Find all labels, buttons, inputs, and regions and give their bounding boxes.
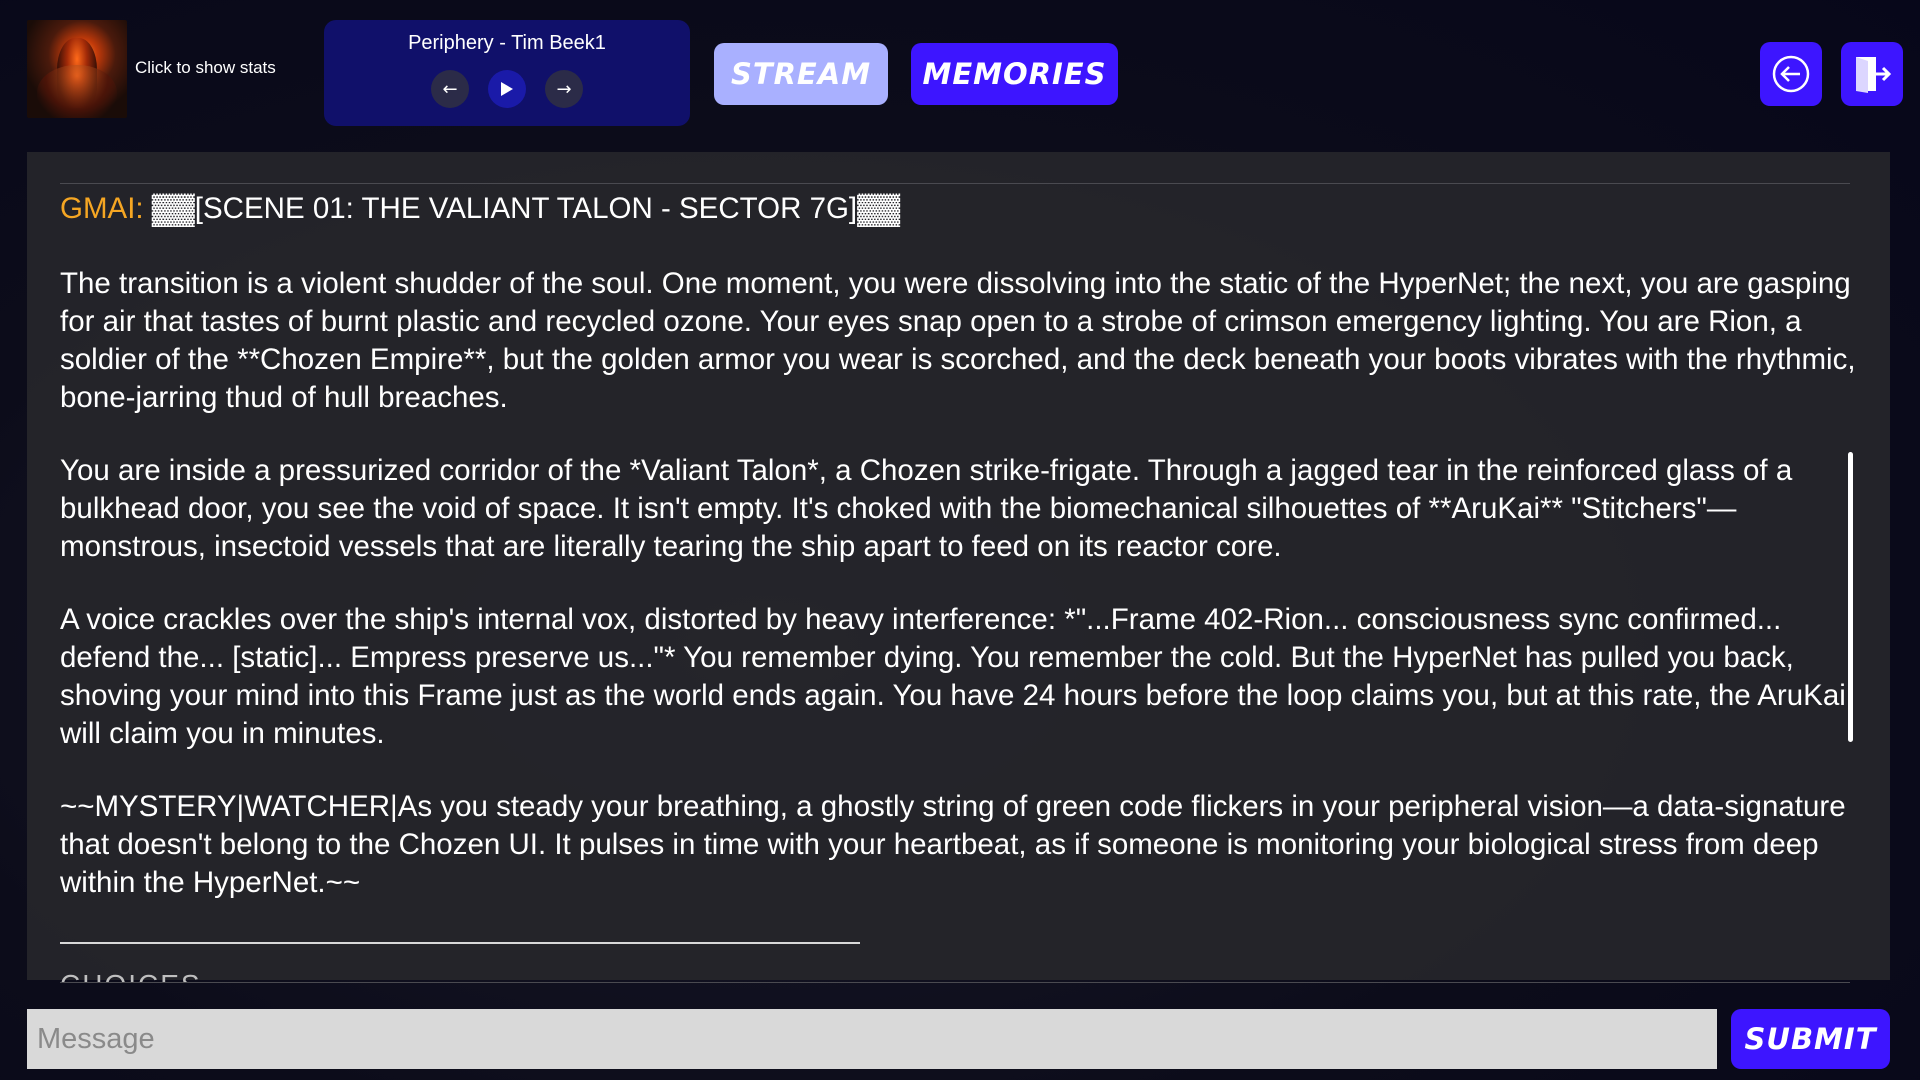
scene-title: ▓▓[SCENE 01: THE VALIANT TALON - SECTOR … [151,192,901,225]
arrow-right-icon: → [556,78,572,100]
message-header: GMAI: ▓▓[SCENE 01: THE VALIANT TALON - S… [60,184,1875,230]
circle-arrow-left-icon [1772,55,1810,93]
play-icon [501,82,513,96]
character-avatar[interactable] [27,20,127,118]
top-bar: Click to show stats Periphery - Tim Beek… [0,0,1920,150]
scrollbar-thumb[interactable] [1848,452,1853,742]
track-title: Periphery - Tim Beek1 [408,32,606,54]
submit-button[interactable]: SUBMIT [1731,1009,1890,1069]
arrow-left-icon: ← [442,78,458,100]
text-divider [60,942,860,944]
stream-tab[interactable]: STREAM [714,43,888,105]
stats-hint[interactable]: Click to show stats [135,58,276,78]
panel-divider [60,982,1850,983]
door-exit-icon [1856,57,1892,93]
previous-track-button[interactable]: ← [431,70,469,108]
speaker-label: GMAI: [60,192,144,225]
choices-heading: CHOICES [60,966,1875,982]
message-paragraph: You are inside a pressurized corridor of… [60,454,1793,563]
message-paragraph: The transition is a violent shudder of t… [60,267,1856,414]
memories-tab[interactable]: MEMORIES [911,43,1118,105]
message-paragraph: ~~MYSTERY|WATCHER|As you steady your bre… [60,790,1846,899]
logout-button[interactable] [1841,42,1903,106]
back-button[interactable] [1760,42,1822,106]
play-button[interactable] [488,70,526,108]
message-log[interactable]: GMAI: ▓▓[SCENE 01: THE VALIANT TALON - S… [60,184,1875,982]
message-input[interactable] [27,1009,1717,1069]
next-track-button[interactable]: → [545,70,583,108]
message-paragraph: A voice crackles over the ship's interna… [60,603,1846,750]
music-player: Periphery - Tim Beek1 ← → [324,20,690,126]
chat-panel: GMAI: ▓▓[SCENE 01: THE VALIANT TALON - S… [27,152,1890,983]
